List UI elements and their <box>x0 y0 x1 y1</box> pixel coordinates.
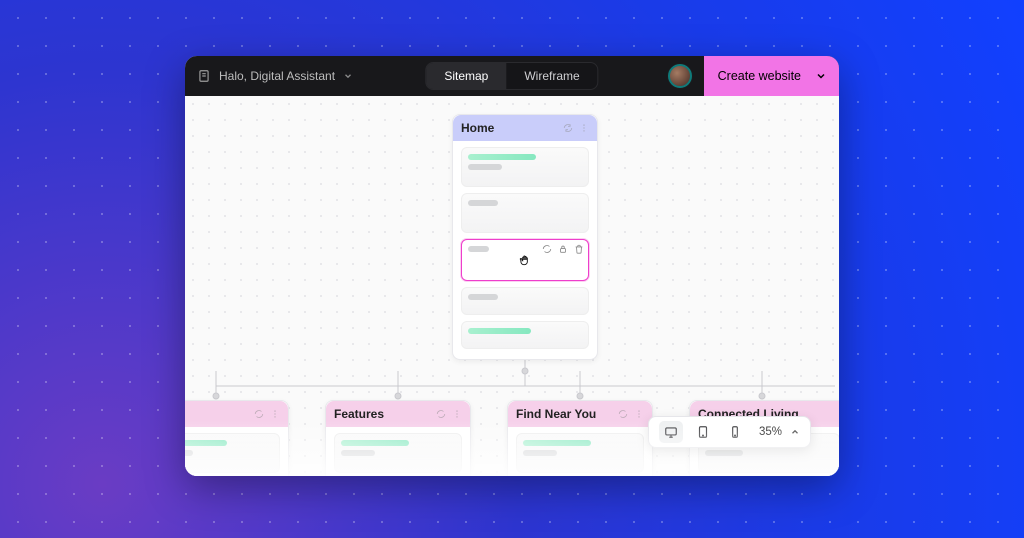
card-findnear-header[interactable]: Find Near You <box>508 401 652 427</box>
chevron-down-icon[interactable] <box>815 70 827 82</box>
card-home-title: Home <box>461 121 494 135</box>
project-title[interactable]: Halo, Digital Assistant <box>219 69 335 83</box>
more-icon[interactable] <box>270 409 280 419</box>
card-home-header[interactable]: Home <box>453 115 597 141</box>
section-block[interactable] <box>461 321 589 349</box>
desktop-icon <box>664 425 678 439</box>
card-home[interactable]: Home <box>452 114 598 360</box>
card-findnear-title: Find Near You <box>516 407 596 421</box>
mobile-icon <box>728 425 742 439</box>
refresh-icon[interactable] <box>542 244 552 254</box>
sitemap-canvas[interactable]: Home <box>185 96 839 476</box>
more-icon[interactable] <box>452 409 462 419</box>
tab-wireframe[interactable]: Wireframe <box>506 63 597 89</box>
refresh-icon[interactable] <box>436 409 446 419</box>
card-features-title: Features <box>334 407 384 421</box>
section-block[interactable] <box>461 147 589 187</box>
card-home-body <box>453 141 597 359</box>
top-bar: Halo, Digital Assistant Sitemap Wirefram… <box>185 56 839 96</box>
section-block[interactable] <box>461 287 589 315</box>
refresh-icon[interactable] <box>563 123 573 133</box>
lock-icon[interactable] <box>558 244 568 254</box>
section-block[interactable] <box>185 433 280 473</box>
viewport-toolbar: 35% <box>648 416 811 448</box>
card-shop-header[interactable]: Shop <box>185 401 288 427</box>
card-shop[interactable]: Shop <box>185 400 289 476</box>
card-features-header[interactable]: Features <box>326 401 470 427</box>
section-block[interactable] <box>516 433 644 473</box>
refresh-icon[interactable] <box>254 409 264 419</box>
zoom-level[interactable]: 35% <box>759 426 782 438</box>
card-find-near-you[interactable]: Find Near You <box>507 400 653 476</box>
card-features[interactable]: Features <box>325 400 471 476</box>
section-block[interactable] <box>461 193 589 233</box>
refresh-icon[interactable] <box>618 409 628 419</box>
document-icon <box>197 69 211 83</box>
chevron-down-icon[interactable] <box>343 71 353 81</box>
avatar[interactable] <box>668 64 692 88</box>
create-website-button[interactable]: Create website <box>704 56 839 96</box>
chevron-up-icon[interactable] <box>790 427 800 437</box>
tab-sitemap[interactable]: Sitemap <box>426 63 506 89</box>
view-tabs: Sitemap Wireframe <box>425 62 598 90</box>
device-desktop-button[interactable] <box>659 421 683 443</box>
more-icon[interactable] <box>634 409 644 419</box>
app-window: Halo, Digital Assistant Sitemap Wirefram… <box>185 56 839 476</box>
section-block-selected[interactable] <box>461 239 589 281</box>
section-block[interactable] <box>334 433 462 473</box>
device-mobile-button[interactable] <box>723 421 747 443</box>
more-icon[interactable] <box>579 123 589 133</box>
create-website-label: Create website <box>718 69 801 83</box>
device-tablet-button[interactable] <box>691 421 715 443</box>
tablet-icon <box>696 425 710 439</box>
trash-icon[interactable] <box>574 244 584 254</box>
grab-cursor-icon <box>518 253 532 267</box>
